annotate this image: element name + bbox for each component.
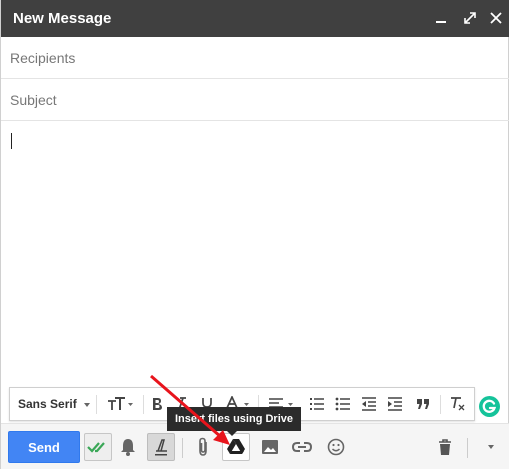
remove-formatting-button[interactable] <box>444 388 470 420</box>
toolbar-divider <box>182 438 183 458</box>
indent-more-button[interactable] <box>382 388 408 420</box>
remove-formatting-icon <box>451 397 465 411</box>
more-options-button[interactable] <box>477 433 505 461</box>
subject-row <box>1 79 509 121</box>
minimize-icon[interactable] <box>433 9 451 27</box>
trash-icon <box>439 438 451 455</box>
bold-icon <box>153 398 162 410</box>
drive-tooltip: Insert files using Drive <box>167 407 301 436</box>
reminder-button[interactable] <box>114 433 142 461</box>
bulleted-list-button[interactable] <box>330 388 356 420</box>
bulleted-list-icon <box>335 397 350 411</box>
font-size-icon <box>108 397 133 410</box>
font-size-button[interactable] <box>100 388 140 420</box>
toolbar-divider <box>440 395 441 414</box>
link-icon <box>292 442 312 452</box>
close-icon[interactable] <box>487 9 505 27</box>
numbered-list-button[interactable] <box>304 388 330 420</box>
checkmark-button[interactable] <box>84 433 112 461</box>
discard-draft-button[interactable] <box>431 433 459 461</box>
insert-drive-button[interactable] <box>222 433 250 461</box>
compose-titlebar[interactable]: New Message <box>1 0 509 37</box>
indent-less-button[interactable] <box>356 388 382 420</box>
popout-icon[interactable] <box>461 9 479 27</box>
quote-button[interactable] <box>410 388 436 420</box>
subject-input[interactable] <box>10 90 490 110</box>
insert-photo-button[interactable] <box>256 433 284 461</box>
bold-button[interactable] <box>146 388 168 420</box>
photo-icon <box>262 440 278 454</box>
grammarly-icon[interactable] <box>479 396 500 417</box>
indent-more-icon <box>388 397 402 411</box>
drive-icon <box>227 439 245 454</box>
toolbar-divider <box>467 438 468 458</box>
quote-icon <box>417 399 429 409</box>
font-family-label: Sans Serif <box>18 397 77 411</box>
formatting-toggle-button[interactable] <box>147 433 175 461</box>
text-cursor <box>11 133 12 149</box>
formatting-toggle-icon <box>155 439 167 456</box>
indent-less-icon <box>362 397 376 411</box>
insert-link-button[interactable] <box>288 433 316 461</box>
send-button[interactable]: Send <box>8 431 80 463</box>
chevron-down-icon <box>84 403 90 407</box>
recipients-input[interactable] <box>10 48 490 68</box>
attach-icon <box>199 437 207 456</box>
toolbar-divider <box>96 395 97 414</box>
checkmark-icon <box>87 442 105 453</box>
compose-window: New Message Sans Serif <box>0 0 509 469</box>
recipients-row <box>1 37 509 79</box>
emoji-icon <box>327 438 345 456</box>
numbered-list-icon <box>310 398 324 410</box>
attach-button[interactable] <box>189 433 217 461</box>
font-family-select[interactable]: Sans Serif <box>18 388 92 420</box>
bell-icon <box>121 439 135 456</box>
more-options-icon <box>488 445 494 449</box>
toolbar-divider <box>143 395 144 414</box>
insert-emoji-button[interactable] <box>322 433 350 461</box>
message-body[interactable] <box>1 121 509 383</box>
compose-title: New Message <box>13 10 112 27</box>
